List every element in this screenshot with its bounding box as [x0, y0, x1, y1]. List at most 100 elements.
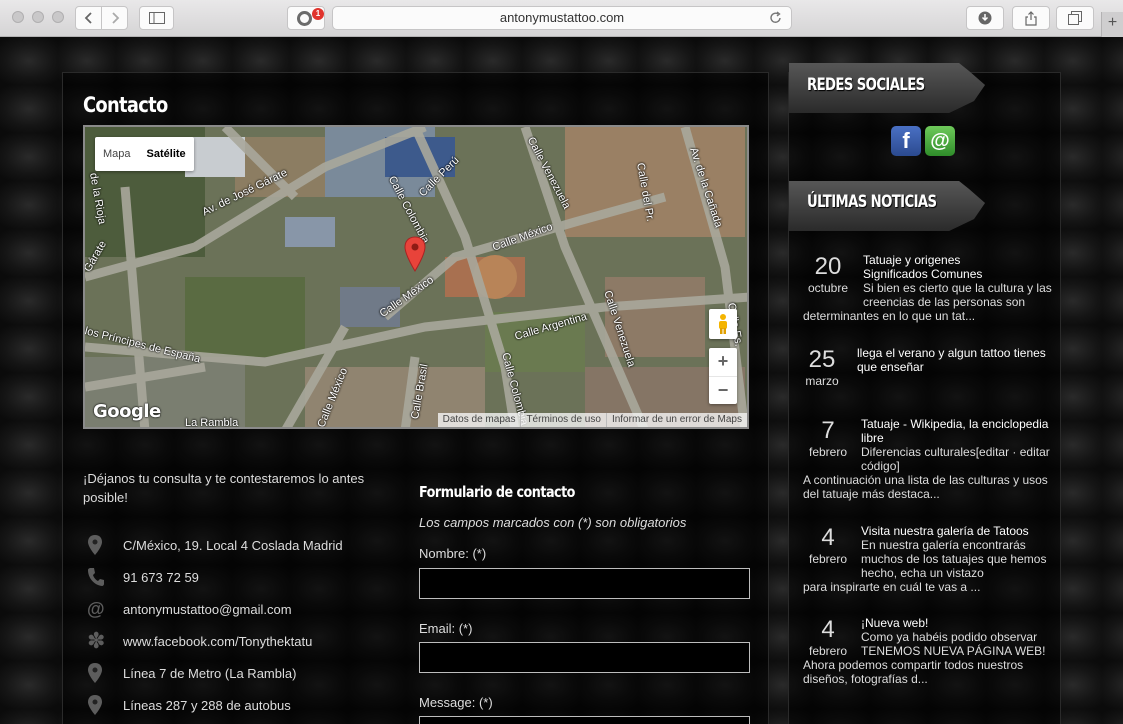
map-type-control: Mapa Satélite	[95, 137, 194, 171]
chevron-left-icon	[84, 12, 92, 24]
contact-info-item: ✽ www.facebook.com/Tonythektatu	[83, 625, 383, 657]
location-pin-icon	[88, 535, 102, 555]
news-date: 25 marzo	[797, 346, 847, 388]
news-title[interactable]: Tatuaje - Wikipedia, la enciclopedia lib…	[861, 417, 1053, 445]
main-content: Contacto Av. de José Gárate Calle Perú C…	[62, 72, 769, 724]
email-icon[interactable]: @	[925, 126, 955, 156]
news-excerpt: determinantes en lo que un tat...	[803, 309, 976, 323]
contact-info-item: Línea 7 de Metro (La Rambla)	[83, 657, 383, 689]
contact-form-title: Formulario de contacto	[419, 483, 575, 501]
facebook-flower-icon: ✽	[87, 628, 106, 653]
map-report-error-link[interactable]: Informar de un error de Maps	[605, 413, 747, 427]
phone-icon	[88, 568, 104, 586]
minimize-window-button[interactable]	[32, 11, 44, 23]
email-input[interactable]	[419, 642, 750, 673]
news-item[interactable]: 7 febrero Tatuaje - Wikipedia, la encicl…	[803, 417, 1053, 501]
zoom-control: + −	[709, 348, 737, 404]
contact-info-item: C/México, 19. Local 4 Coslada Madrid	[83, 529, 383, 561]
web-page: Contacto Av. de José Gárate Calle Perú C…	[0, 37, 1123, 724]
contact-info-item: 91 673 72 59	[83, 561, 383, 593]
close-window-button[interactable]	[12, 11, 24, 23]
news-excerpt: Ahora podemos compartir todos nuestros d…	[803, 658, 1024, 686]
address-bar[interactable]: antonymustattoo.com	[332, 6, 792, 30]
map-data-link[interactable]: Datos de mapas	[438, 413, 521, 427]
news-item[interactable]: 4 febrero ¡Nueva web! Como ya habéis pod…	[803, 616, 1053, 686]
location-pin-icon	[88, 695, 102, 715]
news-day: 4	[821, 616, 835, 643]
news-month: marzo	[805, 374, 839, 388]
news-month: febrero	[808, 552, 848, 566]
contact-info-list: C/México, 19. Local 4 Coslada Madrid 91 …	[83, 529, 383, 721]
required-fields-note: Los campos marcados con (*) son obligato…	[419, 515, 687, 530]
news-title[interactable]: Tatuaje y origenes	[863, 253, 1053, 267]
map-marker-icon[interactable]	[404, 236, 426, 272]
news-day: 7	[821, 417, 835, 444]
news-item[interactable]: 25 marzo llega el verano y algun tattoo …	[803, 346, 1053, 388]
sidebar-toggle-button[interactable]	[139, 6, 174, 30]
news-item[interactable]: 4 febrero Visita nuestra galería de Tato…	[803, 524, 1053, 594]
page-title: Contacto	[83, 93, 168, 117]
facebook-icon[interactable]: f	[891, 126, 921, 156]
map-street-label: La Rambla	[185, 417, 239, 429]
new-tab-button[interactable]: +	[1101, 12, 1123, 37]
url-text: antonymustattoo.com	[499, 10, 625, 25]
phone-text: 91 673 72 59	[123, 569, 199, 585]
pegman-icon	[719, 314, 727, 334]
news-title[interactable]: ¡Nueva web!	[861, 616, 1053, 630]
reload-icon[interactable]	[769, 11, 783, 25]
social-section-title: REDES SOCIALES	[807, 75, 925, 95]
message-textarea[interactable]	[419, 716, 750, 724]
share-icon	[1025, 10, 1037, 26]
contact-info-item: Líneas 287 y 288 de autobus	[83, 689, 383, 721]
name-label: Nombre: (*)	[419, 546, 487, 561]
news-day: 20	[814, 253, 842, 280]
sidebar: REDES SOCIALES f @ ÚLTIMAS NOTICIAS 20 o…	[788, 63, 1061, 724]
metro-text: Línea 7 de Metro (La Rambla)	[123, 665, 297, 681]
contact-intro: ¡Déjanos tu consulta y te contestaremos …	[83, 471, 365, 505]
browser-toolbar: 1 antonymustattoo.com +	[0, 0, 1123, 37]
news-month: octubre	[807, 281, 849, 295]
downloads-button[interactable]	[966, 6, 1004, 30]
street-view-pegman[interactable]	[709, 309, 737, 339]
zoom-in-button[interactable]: +	[709, 348, 737, 376]
message-label: Message: (*)	[419, 695, 493, 710]
news-date: 20 octubre	[803, 253, 853, 295]
sidebar-icon	[148, 12, 165, 24]
news-month: febrero	[808, 445, 848, 459]
news-section-title: ÚLTIMAS NOTICIAS	[807, 192, 937, 212]
map-type-map-button[interactable]: Mapa	[95, 137, 139, 171]
back-button[interactable]	[75, 6, 102, 30]
forward-button[interactable]	[101, 6, 128, 30]
address-text: C/México, 19. Local 4 Coslada Madrid	[123, 537, 343, 553]
name-input[interactable]	[419, 568, 750, 599]
download-icon	[978, 11, 992, 25]
extension-button[interactable]: 1	[287, 6, 325, 30]
news-day: 25	[808, 346, 836, 373]
social-icons: f @	[891, 126, 955, 156]
news-excerpt: Diferencias culturales[editar · editar c…	[861, 445, 1050, 473]
email-label: Email: (*)	[419, 621, 473, 636]
email-text[interactable]: antonymustattoo@gmail.com	[123, 602, 292, 617]
map-terms-link[interactable]: Términos de uso	[520, 413, 605, 427]
google-logo: Google	[93, 401, 161, 422]
news-item[interactable]: 20 octubre Tatuaje y origenes Significad…	[803, 253, 1053, 323]
news-title[interactable]: Visita nuestra galería de Tatoos	[861, 524, 1053, 538]
news-excerpt: para inspirarte en cuál te vas a ...	[803, 580, 981, 594]
chevron-right-icon	[111, 12, 119, 24]
extension-badge: 1	[312, 8, 324, 20]
share-button[interactable]	[1012, 6, 1050, 30]
contact-info-item: @ antonymustattoo@gmail.com	[83, 593, 383, 625]
bus-text: Líneas 287 y 288 de autobus	[123, 697, 291, 713]
news-excerpt: Como ya habéis podido observar TENEMOS N…	[861, 630, 1046, 658]
news-excerpt: Si bien es cierto que la cultura y las c…	[863, 281, 1052, 309]
plus-icon: +	[1107, 14, 1118, 31]
location-pin-icon	[88, 663, 102, 683]
google-map[interactable]: Av. de José Gárate Calle Perú Calle Colo…	[83, 125, 749, 429]
zoom-out-button[interactable]: −	[709, 376, 737, 404]
map-type-satellite-button[interactable]: Satélite	[139, 137, 194, 171]
facebook-link-text[interactable]: www.facebook.com/Tonythektatu	[123, 634, 312, 649]
news-title[interactable]: llega el verano y algun tattoo tienes qu…	[857, 346, 1053, 374]
zoom-window-button[interactable]	[52, 11, 64, 23]
tabs-overview-button[interactable]	[1056, 6, 1094, 30]
tabs-icon	[1068, 11, 1082, 25]
